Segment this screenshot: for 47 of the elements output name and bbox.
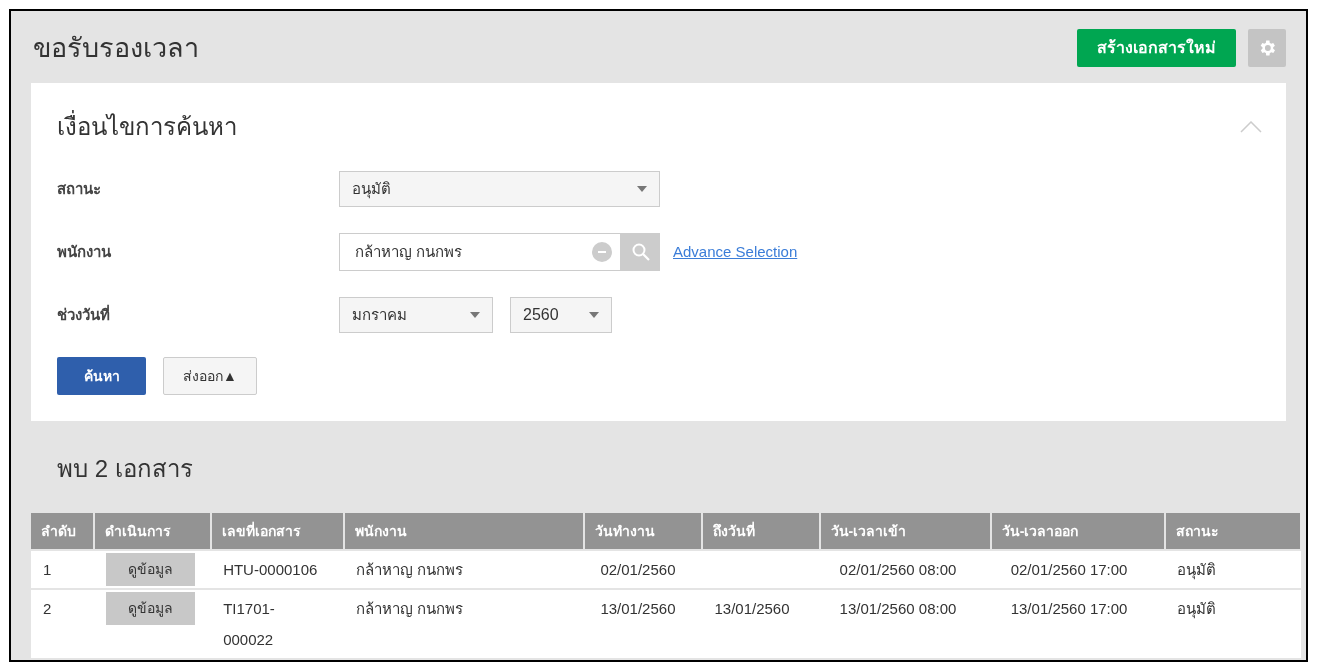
- year-dropdown[interactable]: 2560: [510, 297, 612, 333]
- table-cell: 13/01/2560: [702, 589, 820, 658]
- column-header: สถานะ: [1164, 513, 1301, 550]
- column-header: วัน-เวลาออก: [990, 513, 1165, 550]
- field-label: ช่วงวันที่: [57, 303, 111, 325]
- column-header: วันทำงาน: [584, 513, 703, 550]
- results-count: พบ 2 เอกสาร: [57, 455, 193, 482]
- caret-icon: [637, 186, 647, 192]
- table-cell: 13/01/2560 17:00: [990, 589, 1165, 658]
- panel-title: เงื่อนไขการค้นหา: [57, 109, 237, 145]
- search-icon: [631, 243, 650, 261]
- table-cell: TI1701- 000022: [211, 589, 345, 658]
- collapse-icon[interactable]: [1240, 121, 1262, 133]
- table-cell: 02/01/2560 08:00: [819, 550, 991, 589]
- column-header: ลำดับ: [31, 513, 95, 550]
- view-button[interactable]: ดูข้อมูล: [106, 592, 196, 625]
- column-header: ดำเนินการ: [94, 513, 212, 550]
- column-header: ถึงวันที่: [702, 513, 820, 550]
- column-header: เลขที่เอกสาร: [211, 513, 345, 550]
- caret-icon: [470, 312, 480, 318]
- table-cell: อนุมัติ: [1164, 589, 1301, 658]
- month-dropdown[interactable]: มกราคม: [339, 297, 493, 333]
- table-cell: 2: [31, 589, 95, 658]
- table-cell: อนุมัติ: [1164, 550, 1301, 589]
- export-button[interactable]: ส่งออก▲: [163, 357, 257, 395]
- column-header: วัน-เวลาเข้า: [819, 513, 991, 550]
- table-cell: 13/01/2560 08:00: [819, 589, 991, 658]
- search-submit-button[interactable]: ค้นหา: [57, 357, 146, 395]
- table-cell: 02/01/2560 17:00: [990, 550, 1165, 589]
- settings-button[interactable]: [1248, 29, 1286, 67]
- table-cell: 1: [31, 550, 95, 589]
- field-label: พนักงาน: [57, 241, 112, 262]
- table-cell: 13/01/2560: [584, 589, 703, 658]
- table-cell: กล้าหาญ กนกพร: [344, 550, 585, 589]
- page-title: ขอรับรองเวลา: [33, 31, 199, 65]
- clear-icon[interactable]: [592, 242, 612, 262]
- view-button[interactable]: ดูข้อมูล: [106, 553, 196, 586]
- table-cell: กล้าหาญ กนกพร: [344, 589, 585, 658]
- table-cell: HTU-0000106: [211, 550, 345, 589]
- column-header: พนักงาน: [344, 513, 585, 550]
- employee-field[interactable]: กล้าหาญ กนกพร: [339, 233, 621, 271]
- search-button[interactable]: [621, 233, 660, 271]
- status-dropdown[interactable]: อนุมัติ: [339, 171, 660, 207]
- caret-icon: [589, 312, 599, 318]
- table-cell: 02/01/2560: [584, 550, 703, 589]
- advance-selection-link[interactable]: Advance Selection: [673, 240, 798, 264]
- field-label: สถานะ: [57, 178, 102, 199]
